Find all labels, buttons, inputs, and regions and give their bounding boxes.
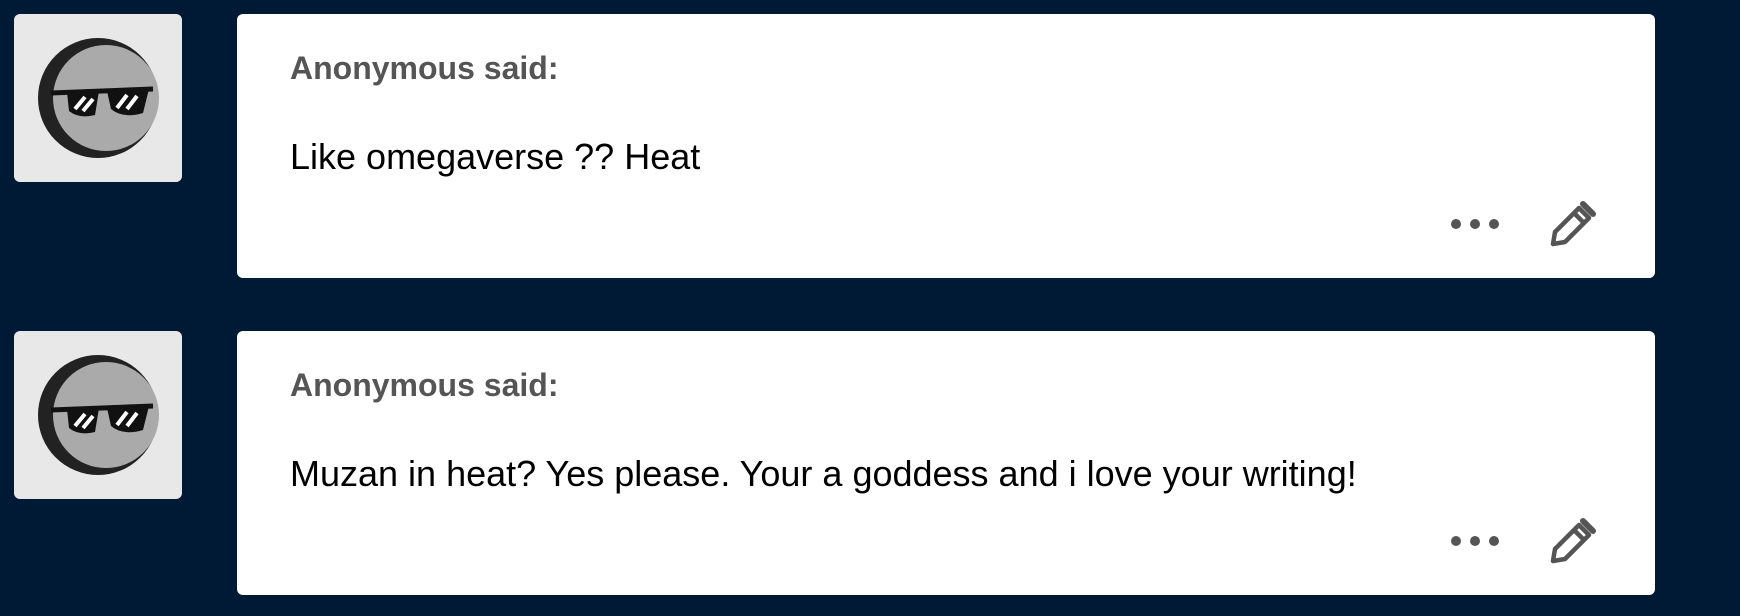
more-options-button[interactable] [1447,523,1503,559]
sunglasses-moon-avatar-icon [38,38,159,158]
avatar[interactable] [14,331,182,499]
ellipsis-icon [1451,219,1499,229]
avatar[interactable] [14,14,182,182]
more-options-button[interactable] [1447,206,1503,242]
question-text: Like omegaverse ?? Heat [290,136,701,177]
edit-button[interactable] [1543,198,1599,254]
ask-message: Anonymous said: Like omegaverse ?? Heat [0,14,1740,278]
ask-card: Anonymous said: Muzan in heat? Yes pleas… [237,331,1655,595]
pencil-icon [1550,518,1596,564]
asker-name: Anonymous said: [290,367,559,403]
question-text: Muzan in heat? Yes please. Your a goddes… [290,453,1357,494]
ellipsis-icon [1451,536,1499,546]
ask-message: Anonymous said: Muzan in heat? Yes pleas… [0,331,1740,595]
edit-button[interactable] [1543,515,1599,571]
sunglasses-moon-avatar-icon [38,355,159,475]
asker-name: Anonymous said: [290,50,559,86]
ask-card: Anonymous said: Like omegaverse ?? Heat [237,14,1655,278]
pencil-icon [1550,201,1596,247]
